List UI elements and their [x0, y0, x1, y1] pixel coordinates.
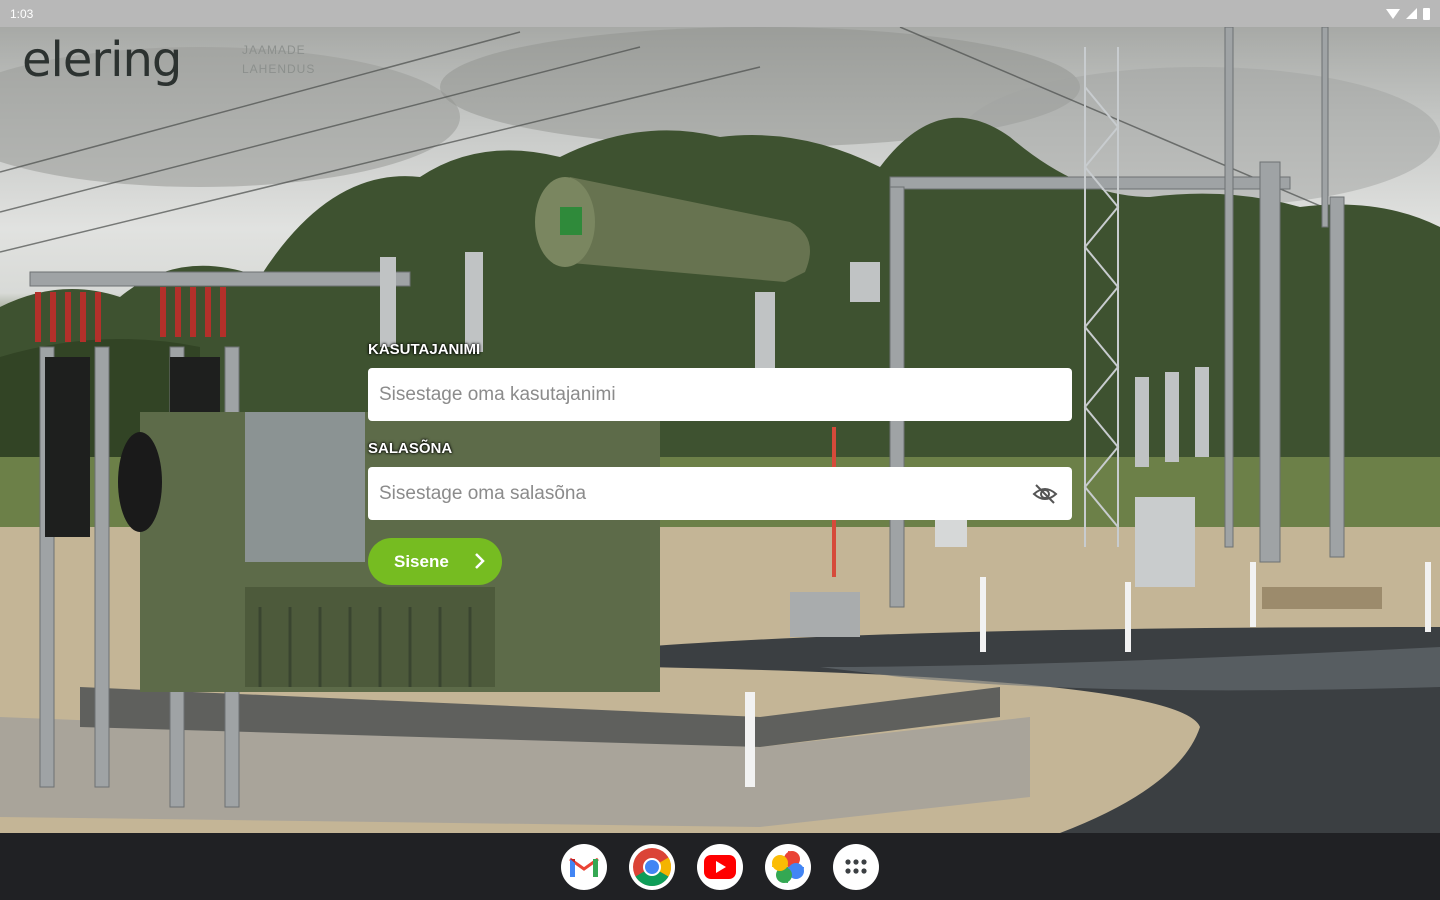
logo-subtitle-line2: LAHENDUS — [242, 62, 316, 76]
sisene-button-label: Sisene — [394, 551, 449, 571]
battery-icon — [1423, 7, 1430, 20]
username-input[interactable] — [368, 368, 1072, 421]
login-form: KASUTAJANIMI SALASÕNA Sisene — [368, 338, 1072, 585]
youtube-icon[interactable] — [697, 843, 743, 890]
password-input[interactable] — [368, 467, 1072, 520]
status-time: 1:03 — [10, 6, 34, 21]
gmail-icon[interactable] — [561, 843, 607, 890]
signal-icon — [1406, 8, 1417, 19]
visibility-off-icon[interactable] — [1032, 483, 1058, 505]
password-label: SALASÕNA — [368, 440, 453, 457]
elering-logo: elering — [22, 32, 182, 88]
sisene-button[interactable]: Sisene — [368, 538, 502, 585]
password-field-container — [368, 467, 1072, 520]
photos-icon[interactable] — [765, 843, 811, 890]
chevron-right-icon — [475, 553, 485, 569]
username-field-container — [368, 368, 1072, 421]
logo-subtitle: JAAMADE LAHENDUS — [242, 41, 315, 79]
username-label: KASUTAJANIMI — [368, 341, 481, 358]
logo-subtitle-line1: JAAMADE — [242, 43, 306, 57]
status-bar: 1:03 — [0, 0, 1440, 27]
wifi-icon — [1386, 8, 1400, 19]
app-dock — [0, 833, 1440, 900]
status-icons — [1386, 7, 1430, 20]
apps-grid-icon[interactable] — [833, 843, 879, 890]
chrome-icon[interactable] — [629, 843, 675, 890]
